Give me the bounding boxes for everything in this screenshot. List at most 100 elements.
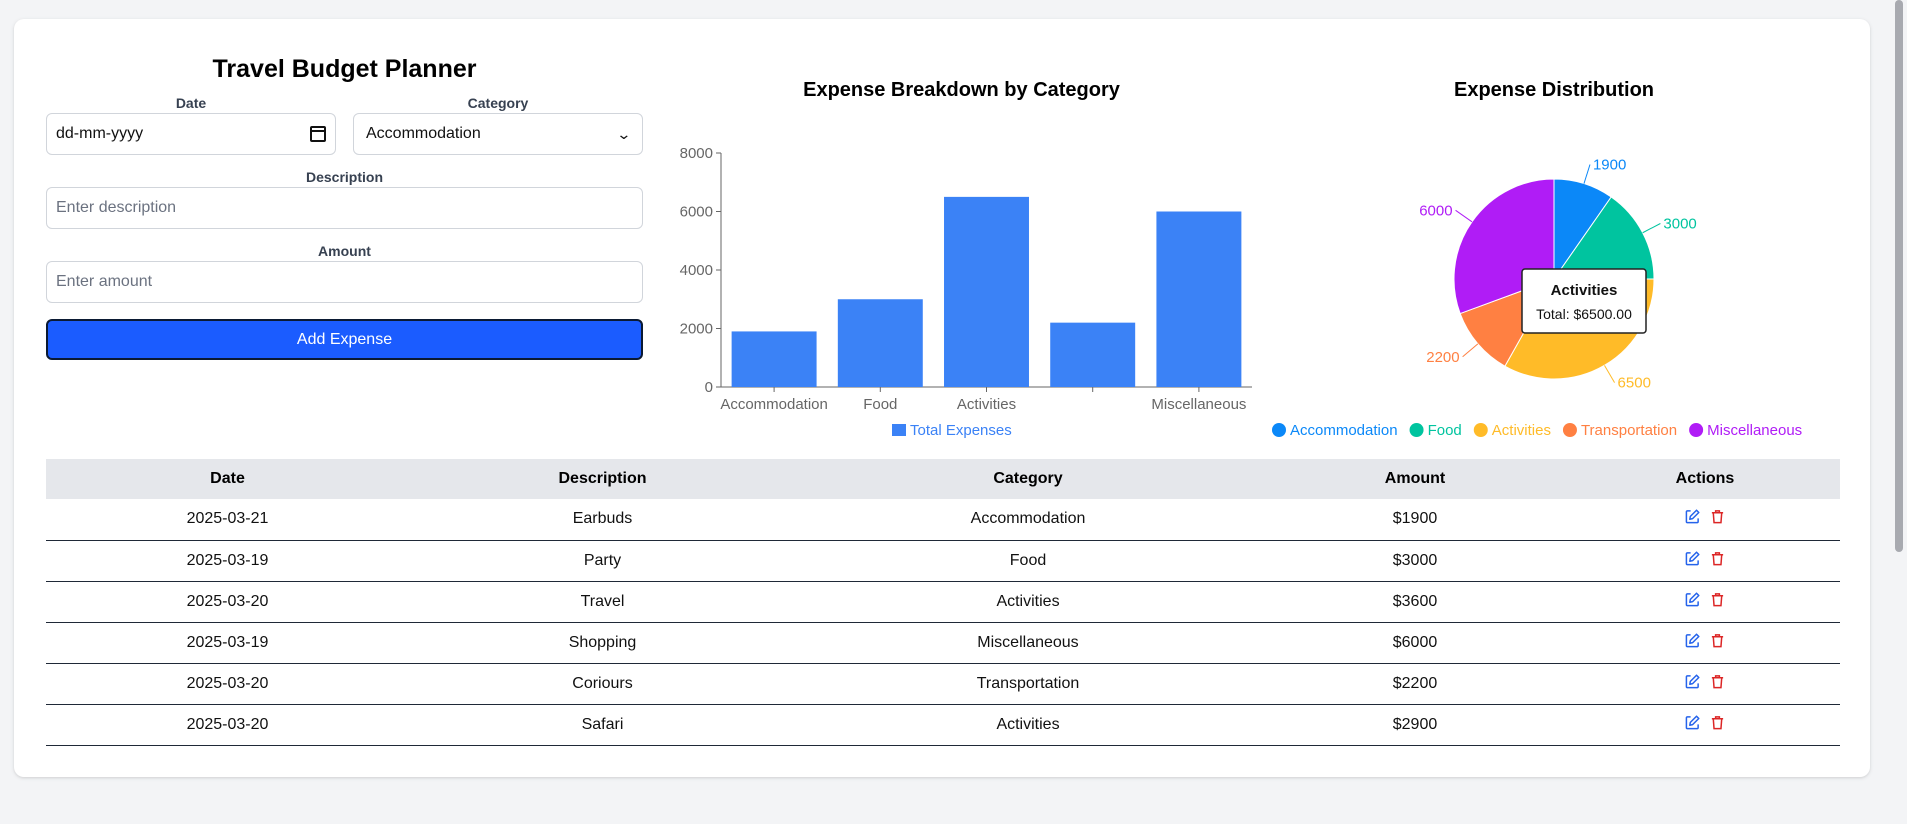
y-tick-label: 4000 bbox=[680, 262, 713, 279]
trash-icon[interactable] bbox=[1710, 674, 1725, 689]
scrollbar-track[interactable] bbox=[1891, 0, 1907, 824]
expense-table: Date Description Category Amount Actions… bbox=[46, 459, 1840, 746]
cell-category: Food bbox=[796, 540, 1260, 582]
pie-chart: Expense Distribution 1900 3000 6500 2200 600… bbox=[1254, 79, 1854, 439]
bar-transportation[interactable] bbox=[1050, 322, 1136, 387]
cell-description: Travel bbox=[409, 581, 796, 623]
cell-description: Shopping bbox=[409, 622, 796, 664]
amount-field-group: Amount Enter amount bbox=[46, 242, 643, 303]
cell-date: 2025-03-20 bbox=[46, 704, 409, 746]
category-label: Category bbox=[467, 95, 529, 111]
trash-icon[interactable] bbox=[1710, 715, 1725, 730]
date-field-group: Date dd-mm-yyyy bbox=[46, 94, 336, 155]
cell-amount: $6000 bbox=[1260, 622, 1570, 664]
cell-category: Transportation bbox=[796, 663, 1260, 705]
table-row: 2025-03-20 Travel Activities $3600 bbox=[46, 581, 1840, 623]
cell-date: 2025-03-20 bbox=[46, 581, 409, 623]
pie-value-label: 2200 bbox=[1426, 349, 1459, 366]
header-actions: Actions bbox=[1570, 459, 1840, 499]
description-label: Description bbox=[305, 169, 383, 185]
chevron-down-icon: ⌄ bbox=[616, 125, 632, 142]
cell-amount: $2900 bbox=[1260, 704, 1570, 746]
header-date[interactable]: Date bbox=[46, 459, 409, 499]
edit-icon[interactable] bbox=[1685, 591, 1700, 607]
table-row: 2025-03-19 Party Food $3000 bbox=[46, 540, 1840, 582]
category-select[interactable]: Accommodation ⌄ bbox=[353, 113, 643, 155]
edit-icon[interactable] bbox=[1685, 673, 1700, 689]
category-select-value: Accommodation bbox=[366, 125, 481, 142]
y-tick-label: 6000 bbox=[680, 204, 713, 221]
cell-category: Activities bbox=[796, 704, 1260, 746]
page-title: Travel Budget Planner bbox=[212, 55, 477, 83]
cell-date: 2025-03-19 bbox=[46, 622, 409, 664]
amount-label: Amount bbox=[318, 243, 371, 259]
legend-dot bbox=[1272, 423, 1286, 437]
cell-actions bbox=[1570, 499, 1840, 541]
pie-value-label: 6500 bbox=[1618, 375, 1651, 392]
cell-date: 2025-03-19 bbox=[46, 540, 409, 582]
pie-chart-title: Expense Distribution bbox=[1453, 79, 1655, 101]
calendar-icon[interactable] bbox=[310, 126, 326, 142]
legend-item-activities[interactable]: Activities bbox=[1473, 422, 1551, 439]
cell-actions bbox=[1570, 622, 1840, 664]
pie-label-line bbox=[1462, 343, 1479, 358]
table-row: 2025-03-20 Coriours Transportation $2200 bbox=[46, 663, 1840, 705]
date-input[interactable]: dd-mm-yyyy bbox=[46, 113, 336, 155]
legend-item-food[interactable]: Food bbox=[1409, 422, 1462, 439]
legend-dot bbox=[1689, 423, 1704, 437]
legend-label: Miscellaneous bbox=[1707, 422, 1802, 439]
cell-actions bbox=[1570, 704, 1840, 746]
trash-icon[interactable] bbox=[1710, 633, 1725, 648]
edit-icon[interactable] bbox=[1685, 550, 1700, 566]
trash-icon[interactable] bbox=[1710, 551, 1725, 566]
cell-amount: $2200 bbox=[1260, 663, 1570, 705]
expense-form: Travel Budget Planner Date dd-mm-yyyy Ca… bbox=[46, 49, 643, 360]
bar-accommodation[interactable] bbox=[731, 331, 817, 387]
cell-actions bbox=[1570, 540, 1840, 582]
cell-description: Party bbox=[409, 540, 796, 582]
pie-value-label: 3000 bbox=[1663, 215, 1696, 232]
bar-activities[interactable] bbox=[944, 196, 1029, 387]
header-description[interactable]: Description bbox=[409, 459, 796, 499]
y-tick-label: 8000 bbox=[680, 145, 713, 162]
legend-swatch bbox=[892, 424, 906, 436]
date-label: Date bbox=[175, 95, 207, 111]
legend-dot bbox=[1409, 423, 1424, 437]
x-tick-label: Food bbox=[863, 396, 897, 413]
pie-value-label: 1900 bbox=[1593, 157, 1626, 174]
x-tick-label: Miscellaneous bbox=[1151, 396, 1246, 413]
legend-item-miscellaneous[interactable]: Miscellaneous bbox=[1689, 422, 1802, 439]
cell-category: Activities bbox=[796, 581, 1260, 623]
legend-label: Food bbox=[1428, 422, 1462, 439]
x-tick-label: Accommodation bbox=[720, 396, 828, 413]
cell-amount: $3000 bbox=[1260, 540, 1570, 582]
pie-value-label: 6000 bbox=[1419, 202, 1452, 219]
cell-description: Earbuds bbox=[409, 499, 796, 541]
edit-icon[interactable] bbox=[1685, 632, 1700, 648]
cell-actions bbox=[1570, 663, 1840, 705]
header-category[interactable]: Category bbox=[796, 459, 1260, 499]
cell-amount: $3600 bbox=[1260, 581, 1570, 623]
pie-label-line bbox=[1642, 223, 1661, 234]
table-header-row: Date Description Category Amount Actions bbox=[46, 459, 1840, 499]
y-tick-label: 0 bbox=[705, 379, 713, 396]
pie-label-line bbox=[1455, 209, 1473, 223]
bar-food[interactable] bbox=[837, 299, 923, 387]
trash-icon[interactable] bbox=[1710, 509, 1725, 524]
description-input[interactable]: Enter description bbox=[46, 187, 643, 229]
legend-item-accommodation[interactable]: Accommodation bbox=[1272, 422, 1398, 439]
edit-icon[interactable] bbox=[1685, 714, 1700, 730]
trash-icon[interactable] bbox=[1710, 592, 1725, 607]
amount-input[interactable]: Enter amount bbox=[46, 261, 643, 303]
header-amount[interactable]: Amount bbox=[1260, 459, 1570, 499]
bar-legend[interactable]: Total Expenses bbox=[892, 422, 1012, 439]
scrollbar-thumb[interactable] bbox=[1895, 0, 1903, 552]
bar-miscellaneous[interactable] bbox=[1156, 211, 1242, 388]
bar-chart-svg: 0 2000 4000 6000 8000 Accommodation Food Activi… bbox=[680, 145, 1252, 439]
add-expense-button[interactable]: Add Expense bbox=[46, 319, 643, 360]
cell-description: Coriours bbox=[409, 663, 796, 705]
edit-icon[interactable] bbox=[1685, 509, 1700, 524]
cell-description: Safari bbox=[409, 704, 796, 746]
legend-item-transportation[interactable]: Transportation bbox=[1562, 422, 1677, 439]
table-row: 2025-03-20 Safari Activities $2900 bbox=[46, 704, 1840, 746]
